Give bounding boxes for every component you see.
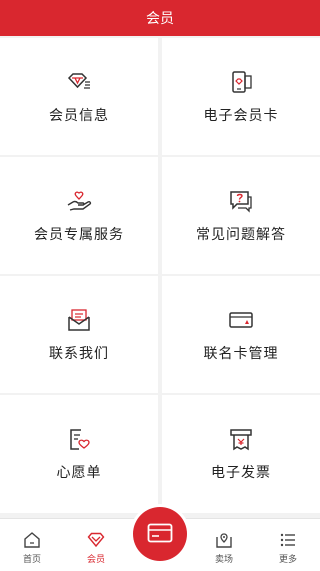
wishlist-icon (70, 429, 90, 450)
hand-heart-icon (67, 191, 92, 211)
card-icon (147, 523, 173, 542)
menu-label: 心愿单 (56, 465, 102, 481)
tab-store[interactable]: 卖场 (192, 519, 256, 571)
menu-label: 联系我们 (49, 345, 109, 362)
menu-label: 电子发票 (211, 465, 271, 481)
bottom-tab-bar: 首页 会员 卖场 更多 (0, 507, 320, 571)
tab-member[interactable]: 会员 (64, 519, 128, 571)
header-bar: 会员 (0, 0, 320, 36)
tab-home[interactable]: 首页 (0, 519, 64, 571)
tab-card[interactable] (128, 507, 192, 571)
invoice-icon (230, 429, 252, 451)
envelope-icon (68, 308, 90, 331)
store-location-icon (216, 533, 232, 548)
menu-label: 常见问题解答 (196, 226, 286, 243)
more-list-icon (280, 533, 295, 547)
menu-wishlist[interactable]: 心愿单 (0, 395, 158, 513)
menu-exclusive-service[interactable]: 会员专属服务 (0, 157, 158, 274)
bank-card-icon (229, 311, 253, 328)
menu-co-brand-card[interactable]: 联名卡管理 (162, 276, 320, 393)
question-bubble-icon (230, 190, 252, 213)
menu-label: 联名卡管理 (203, 345, 279, 362)
phone-card-icon (232, 70, 252, 93)
member-menu-grid: 会员信息 电子会员卡 会员专属服务 常见问题解答 联系我们 联名卡管理 心愿单 … (0, 38, 320, 513)
menu-e-invoice[interactable]: 电子发票 (162, 395, 320, 513)
tab-label: 更多 (278, 555, 297, 565)
menu-e-member-card[interactable]: 电子会员卡 (162, 38, 320, 155)
menu-label: 电子会员卡 (203, 107, 279, 124)
page-title: 会员 (146, 11, 174, 27)
home-icon (24, 532, 40, 548)
menu-faq[interactable]: 常见问题解答 (162, 157, 320, 274)
tab-more[interactable]: 更多 (256, 519, 320, 571)
card-fab-button[interactable] (133, 507, 187, 561)
menu-label: 会员专属服务 (34, 226, 124, 243)
tab-label: 首页 (22, 555, 41, 565)
tab-label: 会员 (86, 555, 105, 565)
tab-label: 卖场 (214, 555, 233, 565)
diamond-card-icon (67, 72, 90, 89)
diamond-icon (87, 532, 105, 548)
menu-member-info[interactable]: 会员信息 (0, 38, 158, 155)
menu-contact-us[interactable]: 联系我们 (0, 276, 158, 393)
menu-label: 会员信息 (49, 107, 109, 124)
